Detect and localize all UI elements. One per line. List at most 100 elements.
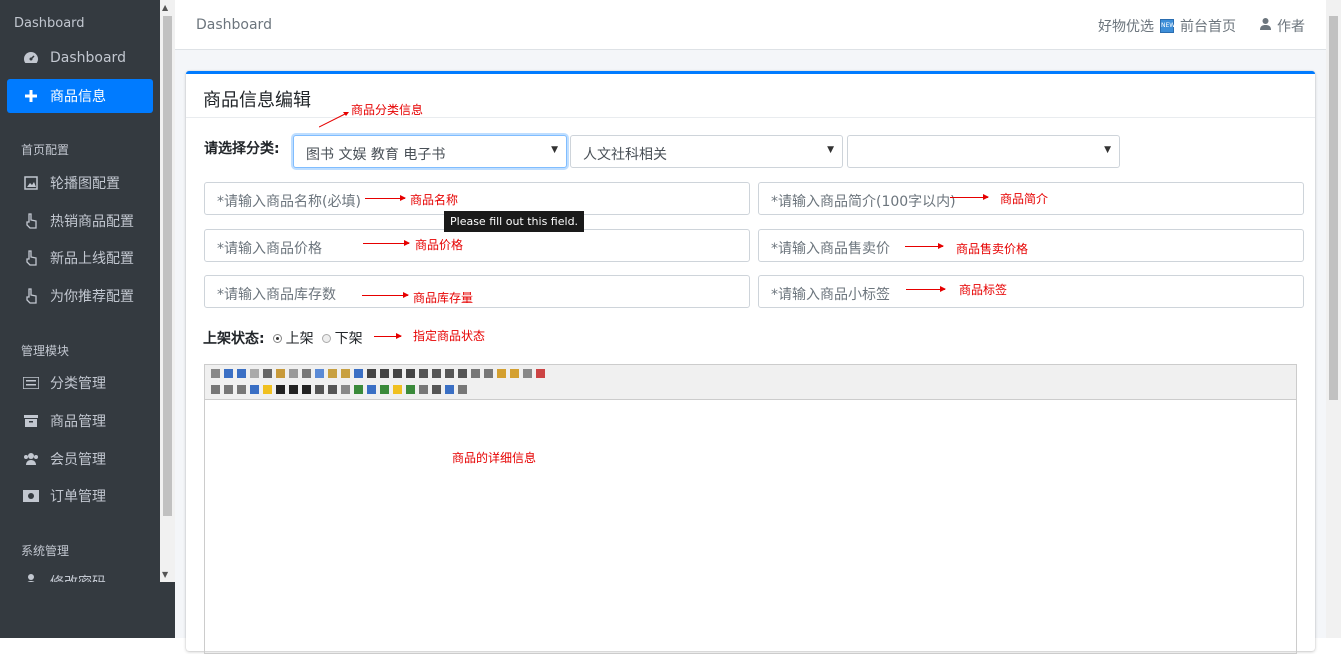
sidebar-item-change-password[interactable]: 修改密码 xyxy=(7,566,153,582)
strikethrough-icon[interactable] xyxy=(315,385,324,394)
breadcrumb[interactable]: Dashboard xyxy=(196,17,272,33)
font-color-icon[interactable] xyxy=(250,385,259,394)
ordered-list-icon[interactable] xyxy=(419,369,428,378)
annotation-price: 商品价格 xyxy=(415,238,464,252)
bold-icon[interactable] xyxy=(276,385,285,394)
align-left-icon[interactable] xyxy=(367,369,376,378)
annotation-arrow xyxy=(905,243,944,249)
undo-icon[interactable] xyxy=(224,369,233,378)
list-icon xyxy=(23,375,39,391)
paste-word-icon[interactable] xyxy=(354,369,363,378)
heading-icon[interactable] xyxy=(211,385,220,394)
paste-icon[interactable] xyxy=(328,369,337,378)
font-family-icon[interactable] xyxy=(224,385,233,394)
toolbar-row-1 xyxy=(211,369,545,378)
product-stock-input[interactable]: *请输入商品库存数 xyxy=(204,275,750,308)
unordered-list-icon[interactable] xyxy=(432,369,441,378)
quick-format-icon[interactable] xyxy=(510,369,519,378)
product-edit-card: 商品信息编辑 请选择分类: 图书 文娱 教育 电子书 ▼ 人文社科相关 ▼ ▼ … xyxy=(186,71,1315,654)
status-off-label[interactable]: 下架 xyxy=(335,328,363,348)
template-icon[interactable] xyxy=(276,369,285,378)
superscript-icon[interactable] xyxy=(484,369,493,378)
sidebar-item-carousel[interactable]: 轮播图配置 xyxy=(7,166,153,200)
rich-text-editor[interactable] xyxy=(204,364,1297,654)
category-level1-select[interactable]: 图书 文娱 教育 电子书 ▼ xyxy=(293,135,567,168)
align-right-icon[interactable] xyxy=(393,369,402,378)
top-nav-links: 好物优选 NEW 前台首页 作者 xyxy=(1098,16,1305,36)
select-all-icon[interactable] xyxy=(523,369,532,378)
sidebar-scrollbar-thumb[interactable] xyxy=(163,16,172,516)
align-center-icon[interactable] xyxy=(380,369,389,378)
scroll-down-icon[interactable]: ▼ xyxy=(162,570,168,579)
annotation-category: 商品分类信息 xyxy=(351,103,424,117)
category-level2-select[interactable]: 人文社科相关 ▼ xyxy=(570,135,843,168)
source-icon[interactable] xyxy=(211,369,220,378)
category-level3-select[interactable]: ▼ xyxy=(847,135,1120,168)
scroll-up-icon[interactable]: ▲ xyxy=(162,3,168,12)
underline-icon[interactable] xyxy=(302,385,311,394)
highlight-icon[interactable] xyxy=(263,385,272,394)
align-justify-icon[interactable] xyxy=(406,369,415,378)
preview-icon[interactable] xyxy=(250,369,259,378)
print-icon[interactable] xyxy=(263,369,272,378)
clear-format-icon[interactable] xyxy=(497,369,506,378)
radio-on[interactable] xyxy=(272,333,282,343)
subscript-icon[interactable] xyxy=(471,369,480,378)
annotation-tag: 商品标签 xyxy=(959,283,1008,297)
unlink-icon[interactable] xyxy=(458,385,467,394)
sidebar-item-label: 订单管理 xyxy=(50,489,106,505)
emoticon-icon[interactable] xyxy=(393,385,402,394)
sidebar-item-dashboard[interactable]: Dashboard xyxy=(7,41,153,75)
cut-icon[interactable] xyxy=(302,369,311,378)
annotation-detail: 商品的详细信息 xyxy=(452,451,537,465)
status-on-label[interactable]: 上架 xyxy=(286,328,314,348)
sidebar-item-category-manage[interactable]: 分类管理 xyxy=(7,366,153,400)
image-upload-icon[interactable] xyxy=(354,385,363,394)
archive-icon xyxy=(23,413,39,429)
sidebar-item-goods-manage[interactable]: 商品管理 xyxy=(7,404,153,438)
sidebar-item-label: 商品信息 xyxy=(50,89,106,105)
indent-icon[interactable] xyxy=(445,369,454,378)
selling-price-input[interactable]: *请输入商品售卖价 xyxy=(758,229,1304,262)
sidebar-section-header: 管理模块 xyxy=(21,344,70,358)
sidebar-brand[interactable]: Dashboard xyxy=(14,16,85,31)
multi-image-icon[interactable] xyxy=(367,385,376,394)
sidebar-item-label: 新品上线配置 xyxy=(50,251,134,267)
remove-format-icon[interactable] xyxy=(341,385,350,394)
font-size-icon[interactable] xyxy=(237,385,246,394)
paste-text-icon[interactable] xyxy=(341,369,350,378)
sidebar-item-member-manage[interactable]: 会员管理 xyxy=(7,442,153,476)
sidebar: Dashboard Dashboard 商品信息 首页配置 轮播图配置 热销商品… xyxy=(0,0,175,638)
frontend-home-link[interactable]: 前台首页 xyxy=(1180,16,1236,36)
copy-icon[interactable] xyxy=(315,369,324,378)
redo-icon[interactable] xyxy=(237,369,246,378)
anchor-icon[interactable] xyxy=(432,385,441,394)
hr-icon[interactable] xyxy=(419,385,428,394)
sidebar-item-recommend[interactable]: 为你推荐配置 xyxy=(7,279,153,313)
product-price-input[interactable]: *请输入商品价格 xyxy=(204,229,750,262)
flash-icon[interactable] xyxy=(380,385,389,394)
plus-icon xyxy=(23,88,39,104)
page-scrollbar-thumb[interactable] xyxy=(1329,16,1338,400)
sidebar-item-order-manage[interactable]: 订单管理 xyxy=(7,479,153,513)
code-icon[interactable] xyxy=(289,369,298,378)
table-icon[interactable] xyxy=(406,385,415,394)
user-menu[interactable]: 作者 xyxy=(1277,16,1305,36)
main-content: Dashboard 好物优选 NEW 前台首页 作者 商品信息编辑 请选择分类:… xyxy=(175,0,1326,654)
sidebar-item-label: 修改密码 xyxy=(50,572,106,582)
product-tag-input[interactable]: *请输入商品小标签 xyxy=(758,275,1304,308)
fullscreen-icon[interactable] xyxy=(536,369,545,378)
link-icon[interactable] xyxy=(445,385,454,394)
sidebar-item-label: 为你推荐配置 xyxy=(50,289,134,305)
sidebar-item-hot-goods[interactable]: 热销商品配置 xyxy=(7,204,153,238)
outdent-icon[interactable] xyxy=(458,369,467,378)
line-height-icon[interactable] xyxy=(328,385,337,394)
shop-link[interactable]: 好物优选 xyxy=(1098,16,1154,36)
toolbar-row-2 xyxy=(211,385,467,394)
radio-off[interactable] xyxy=(321,333,331,343)
sidebar-item-new-goods[interactable]: 新品上线配置 xyxy=(7,241,153,275)
sidebar-item-product-info[interactable]: 商品信息 xyxy=(7,79,153,113)
category-level2-value: 人文社科相关 xyxy=(583,147,667,163)
italic-icon[interactable] xyxy=(289,385,298,394)
top-navbar: Dashboard 好物优选 NEW 前台首页 作者 xyxy=(175,0,1326,50)
